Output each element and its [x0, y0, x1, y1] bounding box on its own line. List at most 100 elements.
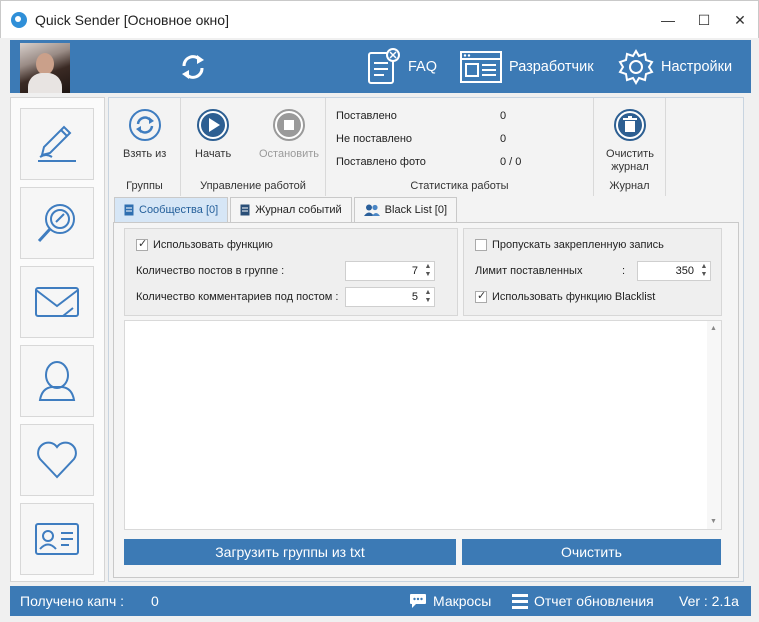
- sync-icon[interactable]: [178, 52, 208, 82]
- clear-button[interactable]: Очистить: [462, 539, 721, 565]
- tab-black-list-label: Black List [0]: [384, 204, 448, 216]
- document-icon: [240, 204, 250, 216]
- main-panel: Взять из Группы Начать Остановить Управл…: [108, 97, 744, 582]
- faq-label: FAQ: [408, 58, 438, 75]
- ribbon-toolbar: Взять из Группы Начать Остановить Управл…: [109, 98, 743, 196]
- play-icon: [197, 109, 230, 141]
- faq-link[interactable]: FAQ: [366, 40, 437, 93]
- faq-document-icon: [368, 47, 400, 84]
- app-logo-icon: [11, 11, 27, 28]
- comments-per-post-label: Количество комментариев под постом :: [136, 291, 339, 303]
- title-bar: Quick Sender [Основное окно] — ☐ ✕: [0, 0, 759, 38]
- stat-photo-label: Поставлено фото: [336, 156, 426, 168]
- scroll-up-icon[interactable]: ▲: [710, 325, 717, 332]
- posts-per-group-label: Количество постов в группе :: [136, 265, 285, 277]
- macros-label: Макросы: [433, 593, 492, 609]
- ribbon-group-groups: Взять из Группы: [109, 98, 181, 196]
- skip-pinned-checkbox[interactable]: Пропускать закрепленную запись: [475, 239, 664, 251]
- tab-communities-label: Сообщества [0]: [139, 204, 219, 216]
- stat-photo-value: 0 / 0: [500, 156, 522, 168]
- developer-link[interactable]: Разработчик: [459, 40, 594, 93]
- posts-per-group-stepper[interactable]: 7 ▲ ▼: [345, 261, 435, 281]
- use-blacklist-checkbox[interactable]: Использовать функцию Blacklist: [475, 289, 656, 303]
- captcha-label: Получено капч :: [20, 593, 125, 609]
- stepper-arrows-icon[interactable]: ▲ ▼: [422, 262, 434, 280]
- top-header: FAQ Разработчик Настройки: [10, 40, 751, 93]
- list-icon: [512, 594, 528, 609]
- ribbon-group-stats: Поставлено 0 Не поставлено 0 Поставлено …: [326, 98, 594, 196]
- tab-communities[interactable]: Сообщества [0]: [114, 197, 229, 222]
- minimize-button[interactable]: —: [650, 1, 686, 39]
- comments-per-post-value[interactable]: 5: [412, 291, 422, 303]
- stop-button[interactable]: Остановить: [259, 108, 319, 161]
- posts-per-group-value[interactable]: 7: [412, 265, 422, 277]
- close-button[interactable]: ✕: [722, 1, 758, 39]
- use-function-label: Использовать функцию: [153, 239, 273, 251]
- load-groups-button[interactable]: Загрузить группы из txt: [124, 539, 456, 565]
- use-function-check-mark[interactable]: [136, 237, 148, 251]
- sidebar-item-messages[interactable]: [20, 266, 94, 338]
- tab-content: Использовать функцию Количество постов в…: [113, 222, 739, 578]
- refresh-icon: [128, 109, 161, 141]
- user-icon: [38, 361, 76, 401]
- left-sidebar: [10, 97, 105, 582]
- trash-icon: [614, 109, 646, 141]
- limit-value[interactable]: 350: [676, 265, 698, 277]
- tab-strip: Сообщества [0] Журнал событий Black List…: [114, 197, 459, 222]
- sidebar-item-posting[interactable]: [20, 108, 94, 180]
- limit-colon: :: [622, 265, 626, 277]
- search-icon: [37, 204, 75, 243]
- mail-icon: [35, 287, 79, 317]
- use-blacklist-check-mark[interactable]: [475, 289, 487, 303]
- developer-label: Разработчик: [509, 58, 594, 75]
- ribbon-group-work-control: Начать Остановить Управление работой: [181, 98, 326, 196]
- stepper-arrows-icon[interactable]: ▲ ▼: [698, 262, 710, 280]
- scroll-down-icon[interactable]: ▼: [710, 518, 717, 525]
- groups-list-textarea[interactable]: ▲ ▼: [124, 320, 722, 530]
- log-section-title: Журнал: [609, 180, 650, 192]
- gear-icon: [618, 48, 654, 85]
- skip-pinned-check-mark[interactable]: [475, 239, 487, 251]
- chat-bubble-icon: [410, 594, 426, 608]
- settings-label: Настройки: [661, 58, 733, 75]
- sidebar-item-accounts[interactable]: [20, 503, 94, 575]
- stop-label: Остановить: [259, 148, 320, 160]
- browser-window-icon: [460, 50, 502, 83]
- heart-icon: [37, 441, 77, 479]
- tab-event-log[interactable]: Журнал событий: [230, 197, 352, 222]
- update-report-link[interactable]: Отчет обновления: [512, 586, 654, 616]
- sidebar-item-search[interactable]: [20, 187, 94, 259]
- options-left-box: Использовать функцию Количество постов в…: [124, 228, 458, 316]
- work-control-section-title: Управление работой: [200, 180, 306, 192]
- stat-placed-label: Поставлено: [336, 110, 397, 122]
- take-from-button[interactable]: Взять из: [123, 108, 166, 161]
- limit-stepper[interactable]: 350 ▲ ▼: [637, 261, 711, 281]
- macros-link[interactable]: Макросы: [409, 586, 491, 616]
- stepper-arrows-icon[interactable]: ▲ ▼: [422, 288, 434, 306]
- sidebar-item-likes[interactable]: [20, 424, 94, 496]
- stat-not-placed-label: Не поставлено: [336, 133, 413, 145]
- users-icon: [363, 204, 380, 216]
- settings-link[interactable]: Настройки: [617, 40, 732, 93]
- options-right-box: Пропускать закрепленную запись Лимит пос…: [463, 228, 722, 316]
- stat-placed-value: 0: [500, 110, 507, 122]
- ribbon-group-log: Очистить журнал Журнал: [594, 98, 666, 196]
- avatar[interactable]: [20, 43, 70, 93]
- clear-log-label: Очистить журнал: [606, 148, 654, 173]
- skip-pinned-label: Пропускать закрепленную запись: [492, 239, 664, 251]
- comments-per-post-stepper[interactable]: 5 ▲ ▼: [345, 287, 435, 307]
- tab-black-list[interactable]: Black List [0]: [353, 197, 458, 222]
- use-blacklist-label: Использовать функцию Blacklist: [492, 291, 656, 303]
- tab-event-log-label: Журнал событий: [255, 204, 342, 216]
- version-label: Ver : 2.1a: [679, 593, 739, 609]
- use-function-checkbox[interactable]: Использовать функцию: [136, 237, 273, 251]
- limit-label: Лимит поставленных: [475, 265, 583, 277]
- stop-icon: [273, 109, 306, 141]
- sidebar-item-profile[interactable]: [20, 345, 94, 417]
- maximize-button[interactable]: ☐: [686, 1, 722, 39]
- vertical-scrollbar[interactable]: ▲ ▼: [707, 321, 721, 529]
- groups-section-title: Группы: [126, 180, 163, 192]
- window-controls: — ☐ ✕: [650, 1, 758, 39]
- clear-log-button[interactable]: Очистить журнал: [600, 108, 660, 174]
- start-button[interactable]: Начать: [195, 108, 231, 161]
